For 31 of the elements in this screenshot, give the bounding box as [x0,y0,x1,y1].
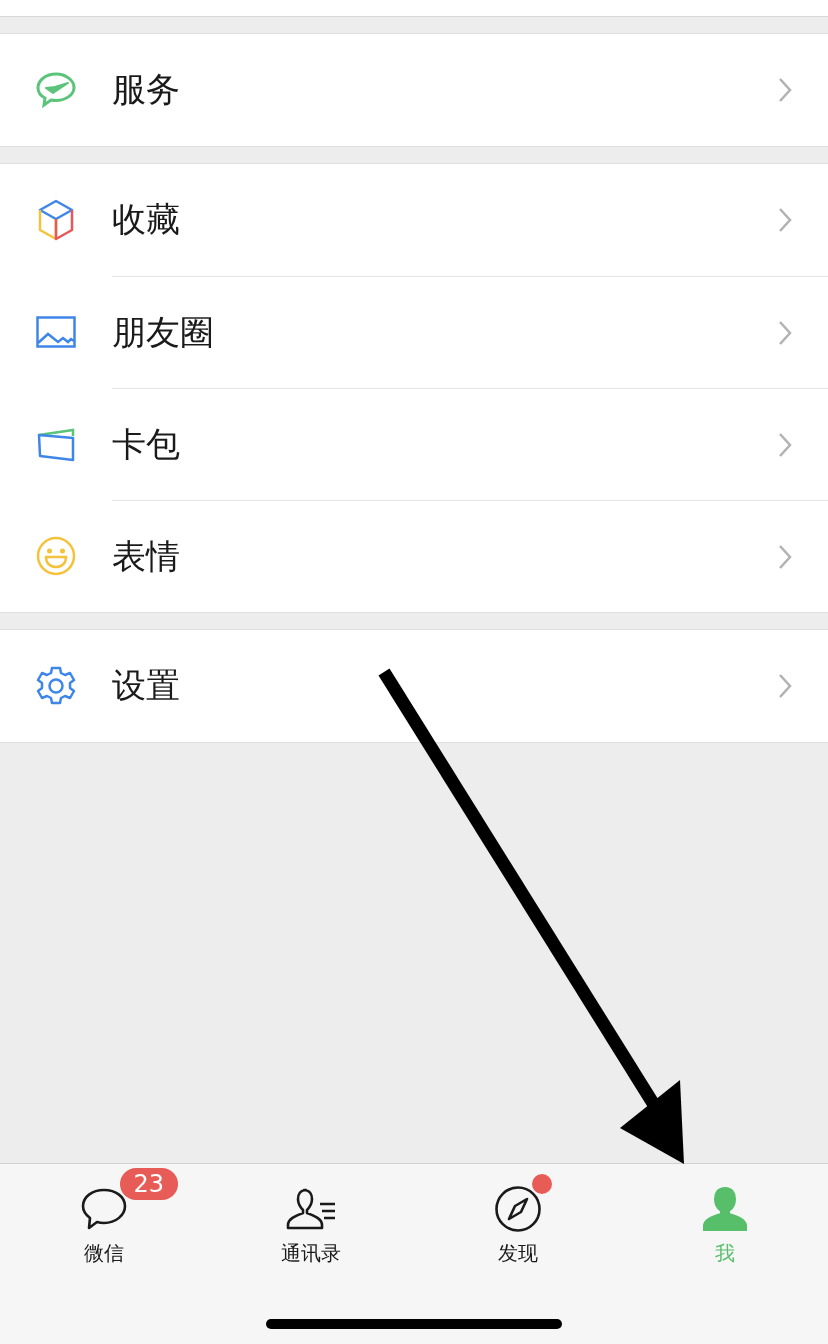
menu-item[interactable]: 服务 [0,34,828,146]
menu-label: 收藏 [112,198,180,241]
smiley-icon [36,536,76,576]
menu-label: 卡包 [112,422,180,466]
person-icon [701,1187,748,1231]
settings-icon [35,665,77,707]
menu-label: 朋友圈 [112,310,214,354]
cube-icon [37,199,75,241]
image-icon [36,316,76,348]
menu-item[interactable]: 设置 [0,630,828,742]
menu-label: 表情 [112,534,180,578]
menu-item[interactable]: 卡包 [0,388,828,500]
tab[interactable]: 23 微信 [0,1166,207,1271]
menu-label: 服务 [112,68,180,111]
menu-label: 设置 [112,664,180,707]
chevron-icon [778,77,792,103]
menu-item[interactable]: 收藏 [0,164,828,276]
chevron-icon [778,431,792,458]
chevron-icon [778,673,792,699]
chat-bubble-icon [79,1187,128,1231]
menu-item[interactable]: 朋友圈 [0,276,828,388]
menu-item[interactable]: 表情 [0,500,828,612]
chevron-icon [778,543,792,570]
chat-check-icon [35,71,77,109]
tab[interactable]: 发现 [414,1166,621,1271]
tab[interactable]: 通讯录 [207,1166,414,1271]
chevron-icon [778,207,792,233]
unread-badge: 23 [119,1168,179,1200]
wallet-icon [36,426,76,462]
compass-icon [493,1185,542,1233]
chevron-icon [778,319,792,346]
